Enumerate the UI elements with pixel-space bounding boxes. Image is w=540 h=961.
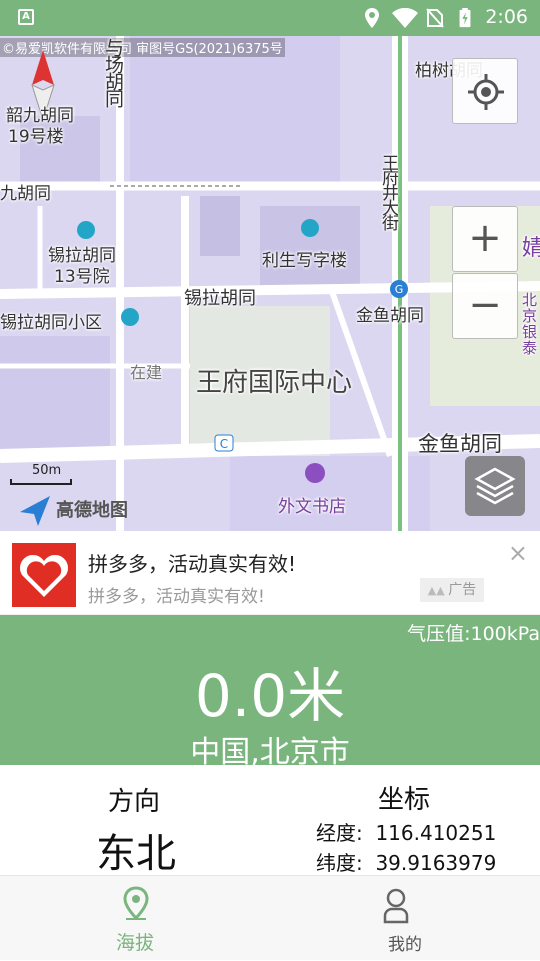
app-notification-icon: A	[18, 9, 34, 25]
location-pin-icon	[123, 886, 149, 921]
svg-text:G: G	[395, 283, 404, 296]
pressure-value: 气压值:100kPa	[407, 623, 540, 645]
ad-tag-label: 广告	[448, 582, 477, 598]
label-top-vertical: 与场胡同	[102, 38, 124, 106]
label-xila-hutong: 锡拉胡同	[184, 288, 256, 309]
label-right-edge1: 婧	[522, 236, 540, 261]
amap-logo-icon	[20, 496, 50, 526]
locate-icon	[468, 74, 504, 110]
label-xila-community: 锡拉胡同小区	[0, 313, 102, 333]
amap-logo: 高德地图	[56, 500, 128, 521]
ad-banner[interactable]: 拼多多，活动真实有效! 拼多多，活动真实有效! × ▲▲ 广告	[0, 531, 540, 615]
zoom-in-button[interactable]: +	[452, 206, 518, 272]
poi-marker-icon	[121, 308, 139, 326]
wifi-icon	[392, 8, 418, 28]
zoom-out-button[interactable]: −	[452, 273, 518, 339]
ad-subtitle: 拼多多，活动真实有效!	[88, 587, 265, 607]
label-jiuhutong: 九胡同	[0, 184, 51, 204]
altitude-value: 0.0米	[194, 662, 346, 730]
label-wangfu-center: 王府国际中心	[196, 368, 353, 398]
person-icon	[383, 888, 409, 924]
parking-icon: C	[214, 434, 234, 452]
bottom-tab-bar: 海拔 我的	[0, 875, 540, 960]
scale-bar	[10, 479, 72, 485]
clock: 2:06	[485, 6, 528, 28]
label-zaijian: 在建	[130, 363, 163, 382]
tab-altitude[interactable]: 海拔	[0, 876, 270, 961]
layers-button[interactable]	[465, 456, 525, 516]
map-view[interactable]: ©易爱凯软件有限公司 审图号GS(2021)6375号 韶九胡同 19号楼 九胡同…	[0, 36, 540, 531]
svg-text:C: C	[220, 437, 228, 451]
info-panel: 方向 东北 坐标 经度: 116.410251 纬度: 39.9163979	[0, 765, 540, 877]
label-wangfujing-street: 王府井大街	[378, 154, 398, 229]
altitude-panel: 气压值:100kPa 0.0米 中国,北京市	[0, 615, 540, 765]
no-sim-icon	[426, 8, 444, 28]
location-status-icon	[365, 8, 379, 28]
shop-icon	[305, 463, 325, 483]
label-waiwen: 外文书店	[278, 497, 346, 517]
pinduoduo-logo	[12, 543, 76, 607]
tab-label: 我的	[388, 935, 422, 955]
status-bar: A 2:06	[0, 0, 540, 36]
location-name: 中国,北京市	[190, 735, 350, 765]
map-scale: 50m	[10, 463, 72, 485]
label-lisheng: 利生写字楼	[262, 251, 347, 271]
longitude-value: 经度: 116.410251	[316, 821, 497, 845]
label-xila13: 锡拉胡同 13号院	[48, 246, 116, 287]
direction-value: 东北	[96, 831, 176, 877]
tab-label: 海拔	[115, 932, 154, 954]
tab-mine[interactable]: 我的	[270, 876, 540, 961]
ad-title: 拼多多，活动真实有效!	[88, 552, 297, 576]
poi-marker-icon	[77, 221, 95, 239]
ad-network-icon: ▲▲	[427, 584, 449, 597]
direction-label: 方向	[108, 787, 161, 817]
battery-charging-icon	[459, 8, 471, 28]
label-right-edge2: 北京银泰	[522, 291, 538, 357]
label-shaojiu: 韶九胡同 19号楼	[6, 106, 74, 147]
layers-icon	[474, 467, 516, 505]
heart-logo-icon	[19, 554, 69, 597]
label-jinyu-south: 金鱼胡同	[418, 432, 502, 456]
locate-button[interactable]	[452, 58, 518, 124]
coordinate-label: 坐标	[378, 785, 431, 815]
label-jinyu-north: 金鱼胡同	[356, 306, 424, 326]
subway-icon: G	[390, 280, 408, 298]
latitude-value: 纬度: 39.9163979	[316, 851, 497, 875]
scale-label: 50m	[32, 463, 62, 478]
ad-tag: ▲▲ 广告	[420, 578, 484, 602]
poi-marker-icon	[301, 219, 319, 237]
ad-close-button[interactable]: ×	[508, 539, 528, 567]
